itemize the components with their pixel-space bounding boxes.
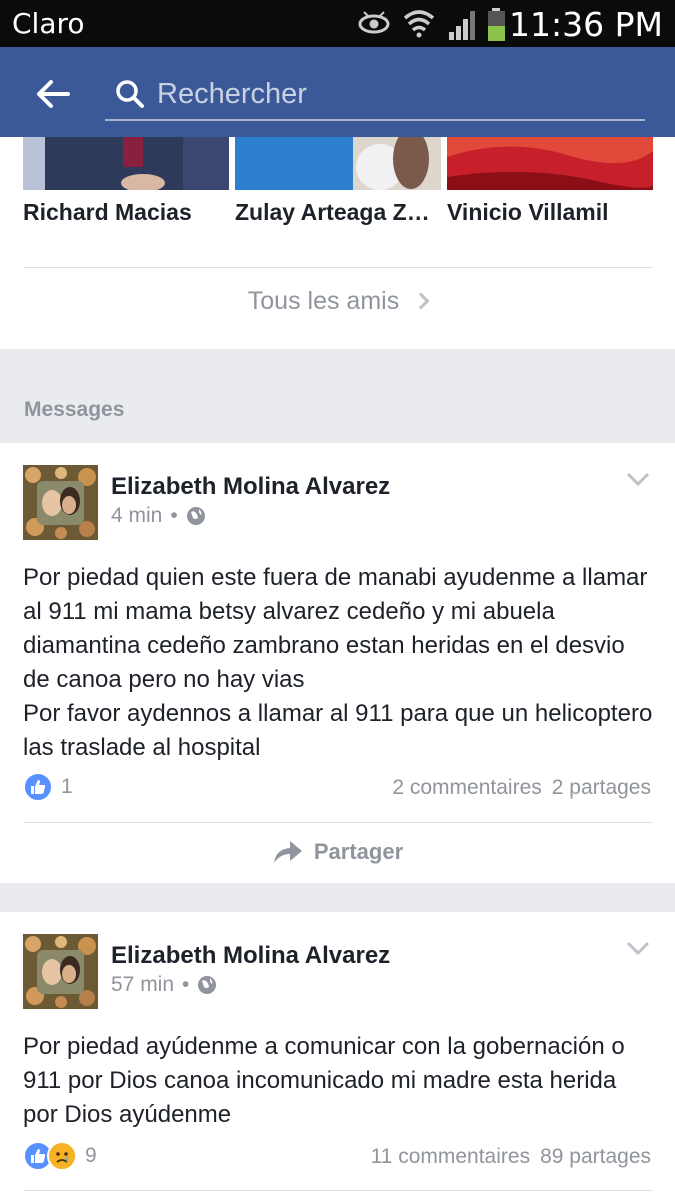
- divider: [24, 1190, 653, 1191]
- clock: 11:36 PM: [509, 5, 663, 44]
- post-meta: 4 min •: [111, 504, 206, 528]
- comments-count[interactable]: 2 commentaires: [392, 776, 541, 799]
- wifi-icon: [403, 10, 435, 38]
- status-bar: Claro 11:36 PM: [0, 0, 675, 47]
- chevron-down-icon[interactable]: [625, 469, 651, 489]
- avatar[interactable]: [23, 934, 98, 1009]
- post-author[interactable]: Elizabeth Molina Alvarez: [111, 473, 390, 501]
- sad-reaction-icon: [47, 1141, 77, 1171]
- search-bar[interactable]: [105, 69, 645, 121]
- friends-card: Richard Macias Zulay Arteaga Za… Vinicio…: [0, 129, 675, 349]
- friend-name: Richard Macias: [23, 199, 192, 225]
- reaction-count: 1: [61, 775, 73, 798]
- friend-item[interactable]: Vinicio Villamil: [447, 137, 656, 225]
- eye-icon: [358, 11, 390, 34]
- globe-icon: [186, 507, 205, 525]
- signal-icon: [449, 11, 475, 40]
- shares-count[interactable]: 89 partages: [540, 1145, 651, 1168]
- search-input[interactable]: [157, 73, 627, 115]
- post-author[interactable]: Elizabeth Molina Alvarez: [111, 942, 390, 970]
- post-text: Por piedad quien este fuera de manabi ay…: [23, 564, 653, 761]
- friend-name: Vinicio Villamil: [447, 199, 609, 225]
- friend-item[interactable]: Richard Macias: [23, 137, 230, 225]
- friend-name: Zulay Arteaga Za…: [235, 199, 441, 225]
- shares-count[interactable]: 2 partages: [552, 776, 651, 799]
- all-friends-label: Tous les amis: [247, 287, 400, 315]
- app-bar: [0, 47, 675, 137]
- divider: [24, 267, 653, 268]
- friend-photo: [235, 129, 441, 190]
- post-stats[interactable]: 2 commentaires 2 partages: [392, 776, 651, 800]
- post-time: 4 min: [111, 504, 163, 527]
- like-reaction-icon: [23, 772, 53, 802]
- status-icons: [358, 8, 505, 41]
- friend-photo: [23, 137, 230, 192]
- avatar[interactable]: [23, 465, 98, 540]
- post-card: Elizabeth Molina Alvarez 4 min • Por pie…: [0, 443, 675, 883]
- back-button[interactable]: [28, 69, 78, 119]
- comments-count[interactable]: 11 commentaires: [371, 1145, 531, 1168]
- battery-icon: [488, 8, 505, 41]
- friend-photo: [447, 137, 656, 190]
- share-label: Partager: [313, 839, 404, 864]
- search-icon: [116, 80, 144, 108]
- back-arrow-icon: [37, 80, 70, 108]
- chevron-right-icon: [412, 292, 430, 310]
- carrier-name: Claro: [12, 7, 85, 40]
- post-stats[interactable]: 11 commentaires 89 partages: [371, 1145, 651, 1169]
- reactions-summary[interactable]: 9: [23, 1141, 97, 1171]
- post-card: Elizabeth Molina Alvarez 57 min • Por pi…: [0, 912, 675, 1200]
- messages-section-title: Messages: [24, 398, 125, 421]
- friend-item[interactable]: Zulay Arteaga Za…: [235, 129, 441, 225]
- share-button[interactable]: Partager: [0, 839, 675, 865]
- post-time: 57 min: [111, 973, 175, 996]
- meta-separator: •: [182, 973, 190, 996]
- post-text: Por piedad ayúdenme a comunicar con la g…: [23, 1033, 625, 1128]
- globe-icon: [198, 976, 217, 994]
- chevron-down-icon[interactable]: [625, 938, 651, 958]
- reaction-count: 9: [85, 1144, 97, 1167]
- divider: [24, 822, 653, 823]
- meta-separator: •: [170, 504, 178, 527]
- all-friends-link[interactable]: Tous les amis: [0, 287, 675, 316]
- share-arrow-icon: [273, 841, 302, 863]
- post-meta: 57 min •: [111, 973, 217, 997]
- reactions-summary[interactable]: 1: [23, 772, 73, 802]
